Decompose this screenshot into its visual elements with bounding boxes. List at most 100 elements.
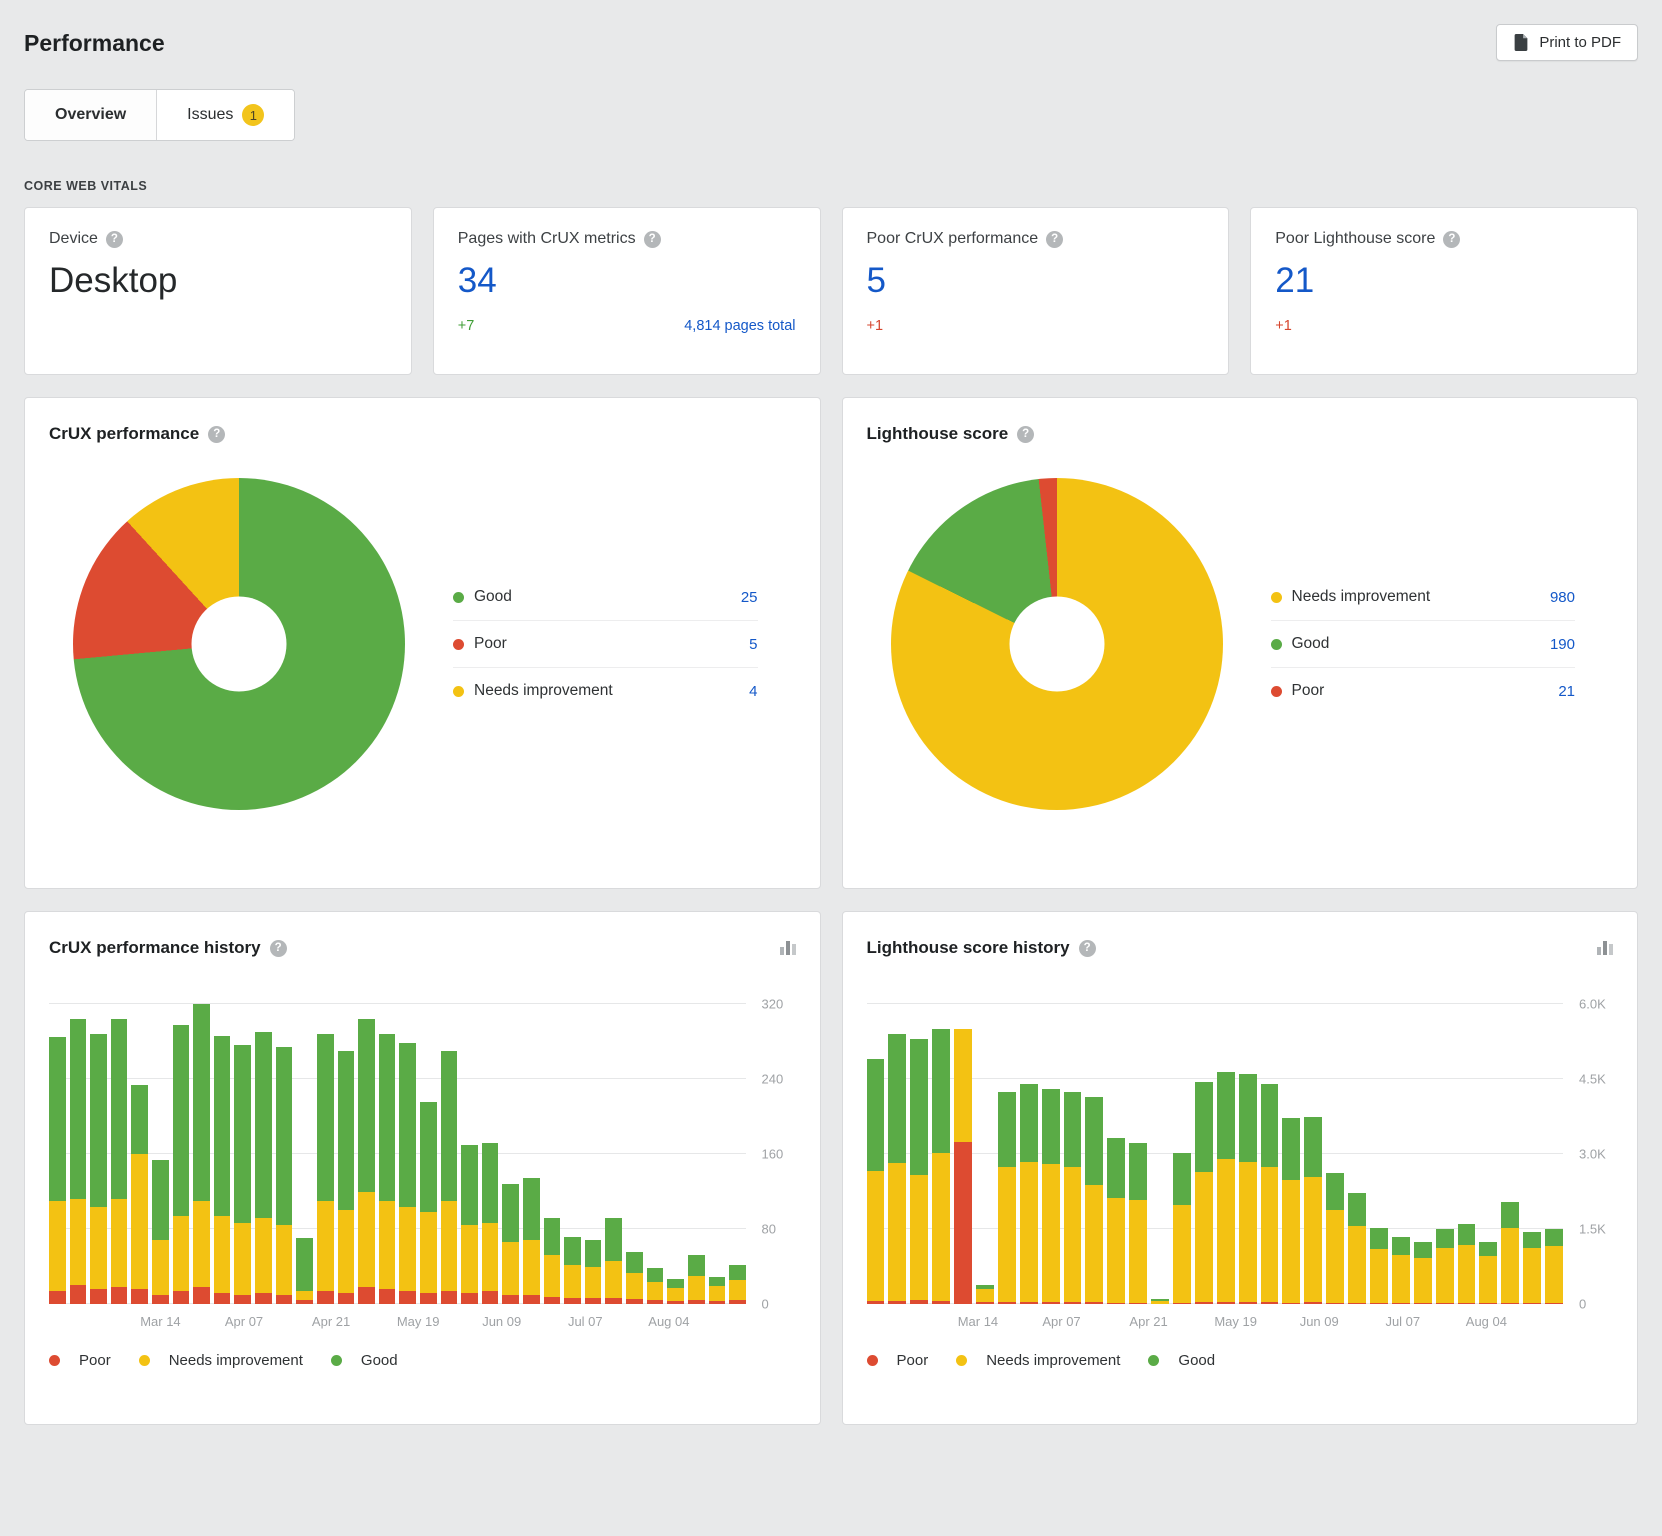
bar-segment-poor[interactable] (276, 1295, 293, 1304)
bar-segment-needs_improvement[interactable] (1042, 1164, 1060, 1302)
bar-segment-poor[interactable] (523, 1295, 540, 1304)
bar-segment-poor[interactable] (193, 1287, 210, 1304)
help-icon[interactable] (208, 426, 225, 443)
stacked-bar[interactable] (998, 1004, 1016, 1304)
bar-segment-poor[interactable] (1523, 1303, 1541, 1304)
stacked-bar[interactable] (49, 1004, 66, 1304)
stacked-bar[interactable] (482, 1004, 499, 1304)
bar-segment-poor[interactable] (338, 1293, 355, 1304)
bar-segment-needs_improvement[interactable] (729, 1280, 746, 1301)
bar-segment-needs_improvement[interactable] (1479, 1256, 1497, 1304)
bar-segment-poor[interactable] (255, 1293, 272, 1304)
bar-segment-good[interactable] (461, 1145, 478, 1226)
bar-segment-poor[interactable] (1085, 1302, 1103, 1304)
legend-item-good[interactable]: Good (1148, 1352, 1215, 1369)
bar-segment-needs_improvement[interactable] (1392, 1255, 1410, 1303)
stacked-bar[interactable] (131, 1004, 148, 1304)
lighthouse-score-donut[interactable] (891, 478, 1223, 810)
bar-segment-poor[interactable] (502, 1295, 519, 1304)
bar-segment-needs_improvement[interactable] (317, 1201, 334, 1291)
bar-segment-good[interactable] (379, 1034, 396, 1201)
pages-total-link[interactable]: 4,814 pages total (684, 318, 795, 334)
bar-segment-good[interactable] (1195, 1082, 1213, 1172)
bar-segment-good[interactable] (544, 1218, 561, 1256)
stacked-bar[interactable] (1042, 1004, 1060, 1304)
bar-segment-good[interactable] (173, 1025, 190, 1216)
bar-segment-poor[interactable] (1064, 1302, 1082, 1304)
stacked-bar[interactable] (910, 1004, 928, 1304)
bar-segment-poor[interactable] (1479, 1303, 1497, 1304)
bar-segment-needs_improvement[interactable] (193, 1201, 210, 1287)
bar-segment-needs_improvement[interactable] (399, 1207, 416, 1291)
bar-segment-needs_improvement[interactable] (131, 1154, 148, 1289)
bar-segment-good[interactable] (626, 1252, 643, 1273)
bar-segment-needs_improvement[interactable] (976, 1289, 994, 1302)
pages-with-crux-value[interactable]: 34 (458, 261, 796, 301)
bar-segment-needs_improvement[interactable] (1217, 1159, 1235, 1302)
bar-segment-poor[interactable] (111, 1287, 128, 1304)
help-icon[interactable] (644, 231, 661, 248)
bar-segment-poor[interactable] (317, 1291, 334, 1304)
bar-segment-needs_improvement[interactable] (1173, 1205, 1191, 1303)
bar-segment-poor[interactable] (214, 1293, 231, 1304)
bar-segment-needs_improvement[interactable] (420, 1212, 437, 1293)
bar-segment-needs_improvement[interactable] (255, 1218, 272, 1293)
help-icon[interactable] (1017, 426, 1034, 443)
stacked-bar[interactable] (1129, 1004, 1147, 1304)
bar-segment-good[interactable] (1129, 1143, 1147, 1201)
bar-segment-good[interactable] (152, 1160, 169, 1241)
bar-segment-needs_improvement[interactable] (1261, 1167, 1279, 1302)
poor-lighthouse-value[interactable]: 21 (1275, 261, 1613, 301)
stacked-bar[interactable] (193, 1004, 210, 1304)
bar-segment-poor[interactable] (605, 1298, 622, 1304)
bar-segment-poor[interactable] (379, 1289, 396, 1304)
bar-segment-needs_improvement[interactable] (709, 1286, 726, 1301)
bar-segment-needs_improvement[interactable] (379, 1201, 396, 1289)
stacked-bar[interactable] (461, 1004, 478, 1304)
stacked-bar[interactable] (70, 1004, 87, 1304)
bar-segment-good[interactable] (688, 1255, 705, 1276)
bar-segment-good[interactable] (647, 1268, 664, 1281)
bar-segment-good[interactable] (709, 1277, 726, 1286)
bar-segment-needs_improvement[interactable] (954, 1029, 972, 1142)
bar-segment-needs_improvement[interactable] (214, 1216, 231, 1293)
bar-segment-needs_improvement[interactable] (1085, 1185, 1103, 1303)
bar-segment-needs_improvement[interactable] (888, 1163, 906, 1301)
bar-segment-needs_improvement[interactable] (461, 1225, 478, 1293)
bar-segment-poor[interactable] (1304, 1302, 1322, 1304)
bar-segment-poor[interactable] (976, 1302, 994, 1304)
bar-segment-good[interactable] (1458, 1224, 1476, 1245)
bar-segment-good[interactable] (1173, 1153, 1191, 1206)
bar-segment-needs_improvement[interactable] (544, 1255, 561, 1296)
bar-segment-needs_improvement[interactable] (1414, 1258, 1432, 1303)
stacked-bar[interactable] (1414, 1004, 1432, 1304)
legend-row-needs-improvement[interactable]: Needs improvement 4 (453, 668, 758, 714)
bar-segment-poor[interactable] (399, 1291, 416, 1304)
bar-segment-good[interactable] (910, 1039, 928, 1175)
bar-segment-good[interactable] (1326, 1173, 1344, 1211)
stacked-bar[interactable] (688, 1004, 705, 1304)
stacked-bar[interactable] (1261, 1004, 1279, 1304)
bar-segment-good[interactable] (1370, 1228, 1388, 1249)
legend-value[interactable]: 190 (1550, 636, 1575, 653)
stacked-bar[interactable] (1392, 1004, 1410, 1304)
stacked-bar[interactable] (626, 1004, 643, 1304)
bar-segment-poor[interactable] (1348, 1303, 1366, 1304)
legend-item-good[interactable]: Good (331, 1352, 398, 1369)
stacked-bar[interactable] (1458, 1004, 1476, 1304)
bar-segment-poor[interactable] (954, 1142, 972, 1305)
stacked-bar[interactable] (729, 1004, 746, 1304)
bar-segment-poor[interactable] (709, 1301, 726, 1304)
bar-segment-poor[interactable] (441, 1291, 458, 1304)
bar-segment-good[interactable] (1239, 1074, 1257, 1162)
stacked-bar[interactable] (399, 1004, 416, 1304)
help-icon[interactable] (1079, 940, 1096, 957)
bar-segment-needs_improvement[interactable] (152, 1240, 169, 1294)
stacked-bar[interactable] (90, 1004, 107, 1304)
stacked-bar[interactable] (523, 1004, 540, 1304)
bar-segment-poor[interactable] (585, 1298, 602, 1304)
legend-value[interactable]: 4 (749, 683, 757, 700)
bar-segment-needs_improvement[interactable] (70, 1199, 87, 1285)
bar-segment-needs_improvement[interactable] (1326, 1210, 1344, 1303)
bar-segment-poor[interactable] (90, 1289, 107, 1304)
